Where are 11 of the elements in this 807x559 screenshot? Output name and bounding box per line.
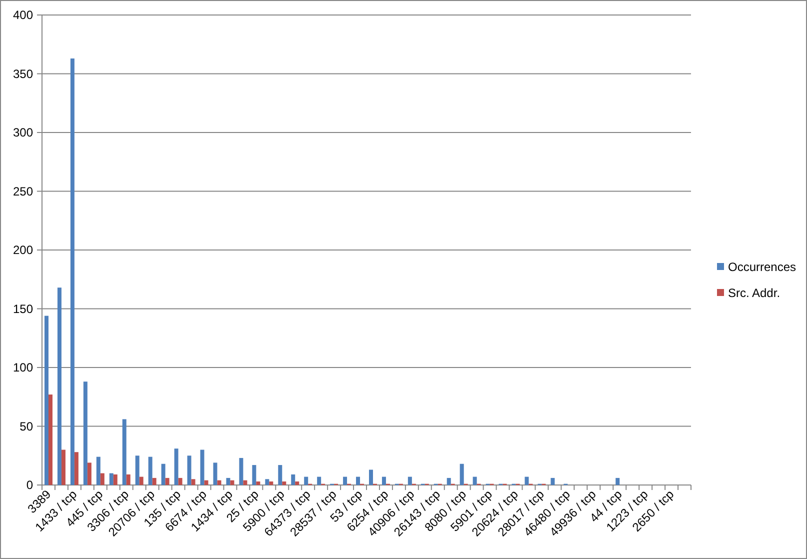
y-tick-label: 100	[12, 360, 33, 374]
legend-label: Occurrences	[728, 260, 796, 274]
legend-label: Src. Addr.	[728, 286, 780, 300]
y-tick-label: 150	[12, 302, 33, 316]
y-tick-label: 250	[12, 184, 33, 198]
y-tick-label: 200	[12, 243, 33, 257]
y-tick-label: 0	[26, 478, 33, 492]
y-tick-label: 300	[12, 126, 33, 140]
y-tick-label: 350	[12, 66, 33, 81]
y-tick-label: 400	[12, 8, 33, 22]
y-tick-label: 50	[20, 419, 33, 434]
